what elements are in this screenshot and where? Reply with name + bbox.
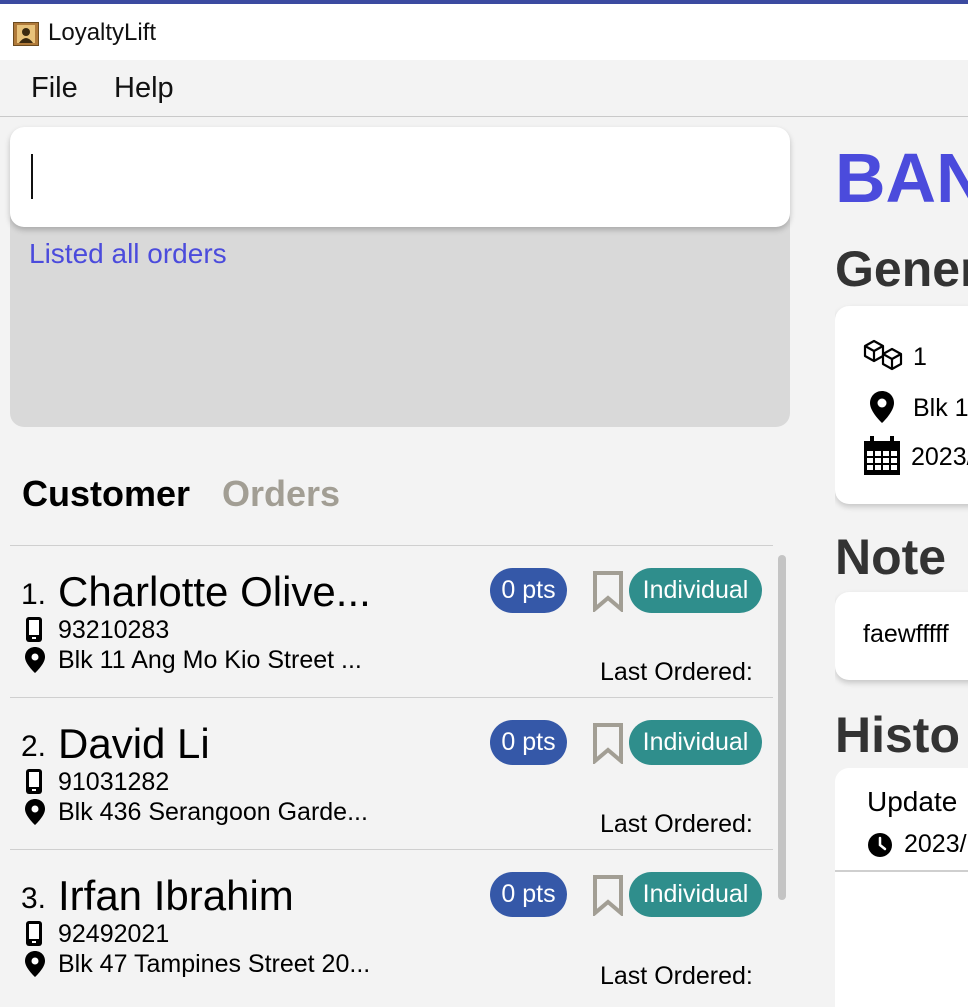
customer-type-badge: Individual	[629, 568, 762, 613]
note-heading: Note	[835, 529, 947, 585]
order-address: Blk 1	[913, 394, 968, 422]
customer-address: Blk 436 Serangoon Garde...	[58, 798, 368, 826]
customer-name: Charlotte Olive...	[58, 568, 371, 615]
customer-phone: 91031282	[58, 768, 170, 796]
window-title: LoyaltyLift	[48, 19, 157, 46]
customer-card[interactable]: 3. Irfan Ibrahim 92492021 Blk 47 Tampine…	[10, 849, 773, 1001]
last-ordered-label: Last Ordered:	[600, 810, 753, 838]
points-badge: 0 pts	[490, 872, 567, 917]
menu-help[interactable]: Help	[114, 72, 174, 105]
clock-icon	[868, 833, 892, 857]
last-ordered-label: Last Ordered:	[600, 658, 753, 686]
location-pin-icon	[25, 647, 45, 673]
bookmark-icon[interactable]	[592, 570, 624, 612]
points-badge: 0 pts	[490, 720, 567, 765]
customer-card[interactable]: 1. Charlotte Olive... 93210283 Blk 11 An…	[10, 545, 773, 697]
command-input[interactable]	[10, 127, 790, 227]
customer-phone: 93210283	[58, 616, 170, 644]
calendar-icon	[864, 436, 900, 475]
note-text: faewfffff	[863, 620, 949, 648]
history-card: Update 2023/	[835, 768, 968, 1007]
customer-name: Irfan Ibrahim	[58, 872, 294, 919]
customer-index: 1.	[21, 578, 47, 611]
result-message: Listed all orders	[29, 238, 227, 269]
customer-address: Blk 11 Ang Mo Kio Street ...	[58, 646, 362, 674]
bookmark-icon[interactable]	[592, 874, 624, 916]
order-date: 2023/	[911, 443, 968, 471]
list-scrollbar[interactable]	[778, 555, 786, 900]
customer-index: 2.	[21, 730, 47, 763]
history-divider	[835, 870, 968, 872]
person-icon	[13, 22, 39, 46]
detail-title: BAN	[835, 139, 968, 217]
title-bar: LoyaltyLift	[0, 4, 968, 60]
customer-index: 3.	[21, 882, 47, 915]
general-heading: Gener	[835, 241, 968, 297]
tab-orders[interactable]: Orders	[222, 473, 340, 515]
phone-icon	[26, 921, 42, 946]
tab-customer[interactable]: Customer	[22, 473, 190, 515]
history-heading: Histo	[835, 707, 960, 763]
customer-list[interactable]: 1. Charlotte Olive... 93210283 Blk 11 An…	[10, 545, 773, 1007]
location-pin-icon	[25, 951, 45, 977]
customer-type-badge: Individual	[629, 720, 762, 765]
customer-name: David Li	[58, 720, 210, 767]
text-cursor	[31, 154, 33, 199]
history-status: Update	[867, 786, 958, 817]
last-ordered-label: Last Ordered:	[600, 962, 753, 990]
phone-icon	[26, 769, 42, 794]
order-detail-panel: BAN Gener 1 Blk 1 2023/ Note faewfffff H…	[835, 116, 968, 1007]
history-time: 2023/	[904, 830, 967, 858]
location-pin-icon	[25, 799, 45, 825]
boxes-icon	[863, 339, 903, 371]
bookmark-icon[interactable]	[592, 722, 624, 764]
points-badge: 0 pts	[490, 568, 567, 613]
quantity-value: 1	[913, 343, 927, 371]
customer-card[interactable]: 2. David Li 91031282 Blk 436 Serangoon G…	[10, 697, 773, 849]
menu-bar: File Help	[0, 60, 968, 117]
general-card: 1 Blk 1 2023/	[835, 306, 968, 504]
phone-icon	[26, 617, 42, 642]
customer-type-badge: Individual	[629, 872, 762, 917]
customer-address: Blk 47 Tampines Street 20...	[58, 950, 371, 978]
location-pin-icon	[870, 391, 894, 423]
customer-phone: 92492021	[58, 920, 170, 948]
note-card: faewfffff	[835, 592, 968, 680]
menu-file[interactable]: File	[31, 72, 78, 105]
